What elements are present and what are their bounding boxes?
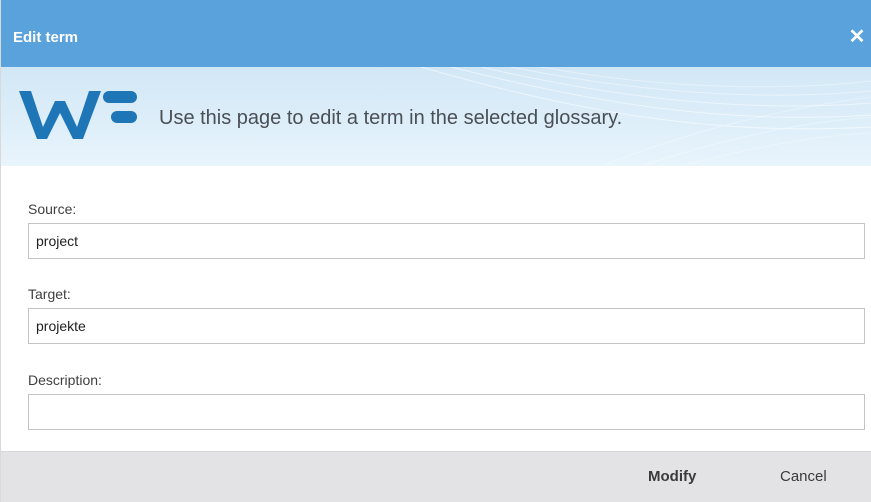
target-input[interactable]: projekte — [28, 308, 865, 344]
description-label: Description: — [28, 372, 102, 388]
modify-button[interactable]: Modify — [648, 468, 696, 486]
source-label: Source: — [28, 201, 77, 217]
dialog-title: Edit term — [13, 29, 79, 46]
close-icon[interactable]: ✕ — [846, 26, 868, 48]
wf-logo — [19, 91, 137, 139]
dialog-footer: Modify Cancel — [1, 451, 871, 502]
cancel-button[interactable]: Cancel — [780, 468, 827, 486]
banner-message: Use this page to edit a term in the sele… — [159, 107, 623, 129]
description-input[interactable] — [28, 394, 865, 430]
dialog-titlebar: Edit term ✕ — [1, 0, 871, 67]
edit-term-dialog: Edit term ✕ Use this page to edit a term… — [0, 0, 871, 502]
dialog-banner: Use this page to edit a term in the sele… — [1, 67, 871, 166]
source-input[interactable]: project — [28, 223, 865, 259]
target-label: Target: — [28, 286, 71, 302]
term-form: Source: project Target: projekte Descrip… — [1, 166, 871, 451]
